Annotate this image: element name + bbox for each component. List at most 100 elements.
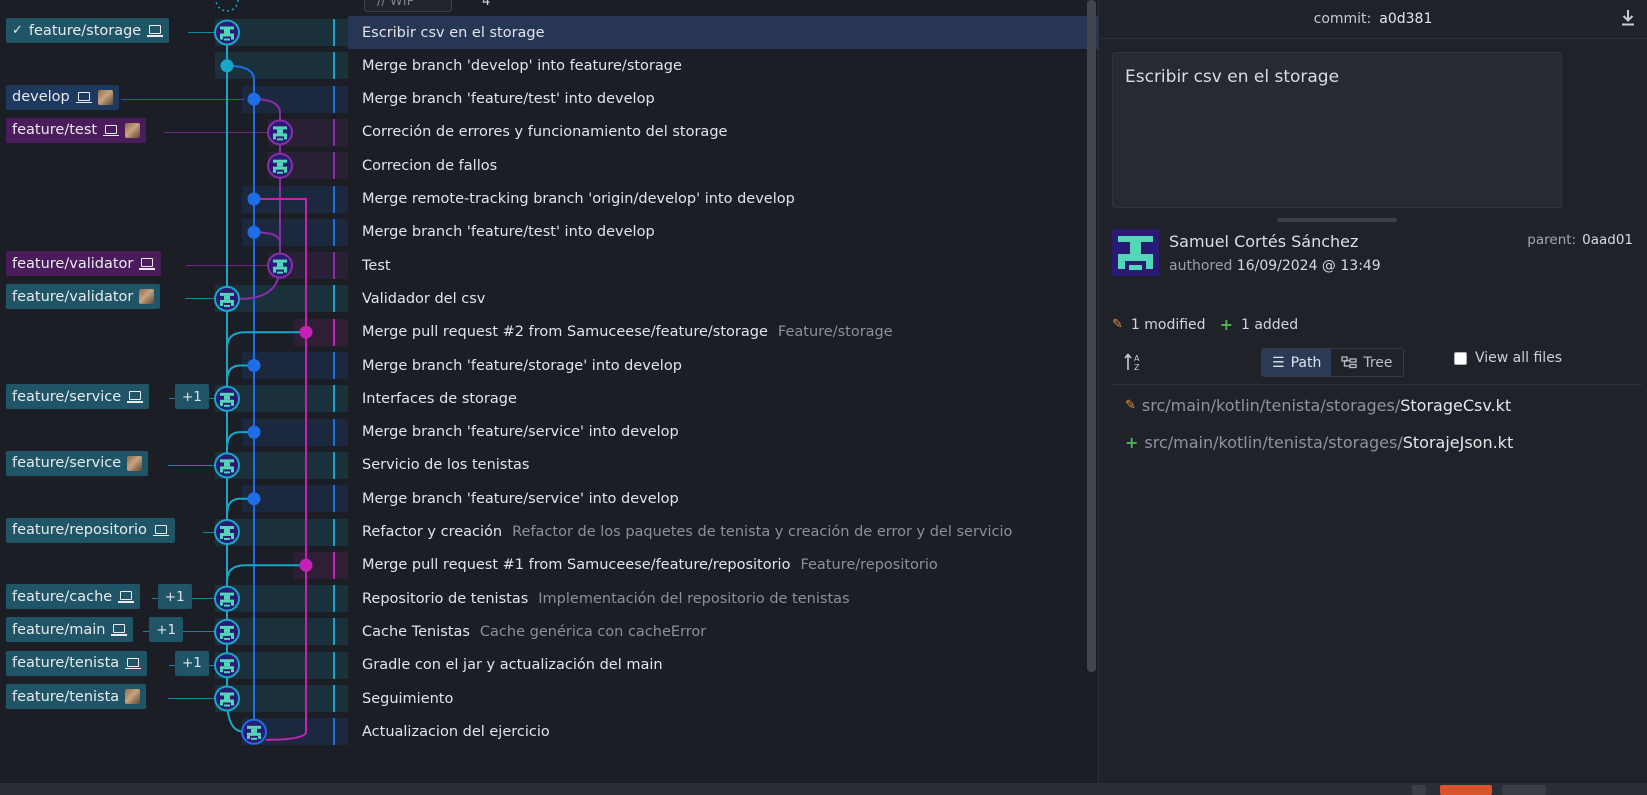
commit-summary: Gradle con el jar y actualización del ma… [362,657,663,674]
merge-commit-dot[interactable] [299,558,313,572]
status-secondary-button[interactable] [1502,785,1546,795]
file-name: StorageCsv.kt [1400,395,1512,415]
commit-summary: Merge pull request #1 from Samuceese/fea… [362,557,791,574]
commit-summary: Refactor y creación [362,524,503,540]
commit-message-cell[interactable]: Merge remote-tracking branch 'origin/dev… [348,183,1135,216]
commit-sha[interactable]: a0d381 [1379,11,1432,27]
commit-message-cell[interactable]: Merge branch 'feature/test' into develop [348,216,1135,249]
commit-message-cell[interactable]: Actualizacion del ejercicio [348,715,1135,748]
commit-node-avatar[interactable] [214,652,240,679]
authored-date: 16/09/2024 @ 13:49 [1236,258,1381,274]
commit-node-avatar[interactable] [214,618,240,645]
commit-summary: Merge branch 'feature/storage' into deve… [362,357,682,374]
commit-message-cell[interactable]: Escribir csv en el storage [348,16,1135,49]
path-view-button[interactable]: ☰ Path [1262,349,1332,376]
commit-node-avatar[interactable] [214,385,240,412]
download-icon[interactable] [1621,9,1635,27]
wip-input[interactable]: // WIP [364,0,452,12]
commit-node-avatar[interactable] [214,19,240,46]
file-list-divider [1112,384,1642,385]
modified-count: 1 modified [1130,316,1206,333]
commit-summary: Validador del csv [362,290,486,307]
commit-node-avatar[interactable] [267,119,293,146]
merge-commit-dot[interactable] [247,425,261,439]
commit-message-cell[interactable]: Correcion de fallos [348,149,1135,182]
status-bar [0,783,1647,795]
commit-message-cell[interactable]: Seguimiento [348,682,1135,715]
commit-node-avatar[interactable] [214,685,240,712]
merge-commit-dot[interactable] [220,59,234,73]
svg-text:A: A [1134,354,1140,363]
wip-node[interactable] [215,0,239,12]
message-resize-handle[interactable] [1277,218,1397,222]
parent-sha[interactable]: 0aad01 [1582,232,1633,248]
file-row[interactable]: + src/main/kotlin/tenista/storages/Stora… [1125,431,1513,453]
commit-summary: Test [362,257,391,274]
commit-node-avatar[interactable] [214,285,240,312]
commit-message-cell[interactable]: Refactor y creación Refactor de los paque… [348,516,1135,549]
authored-info: authored 16/09/2024 @ 13:49 [1169,258,1381,274]
tree-view-label: Tree [1363,354,1393,371]
commit-message-cell[interactable]: Interfaces de storage [348,382,1135,415]
path-view-label: Path [1290,354,1322,371]
commit-message-box[interactable]: Escribir csv en el storage [1112,52,1562,208]
change-summary: ✎ 1 modified + 1 added [1112,315,1298,334]
commit-message-cell[interactable]: Cache Tenistas Cache genérica con cacheEr… [348,615,1135,648]
file-path: src/main/kotlin/tenista/storages/ [1144,432,1403,452]
parent-label: parent: [1527,232,1577,248]
plus-icon: + [1125,432,1139,452]
file-path: src/main/kotlin/tenista/storages/ [1141,395,1401,415]
status-indicator[interactable] [1412,785,1426,795]
commit-node-avatar[interactable] [214,585,240,612]
commit-summary: Merge branch 'feature/test' into develop [362,91,655,108]
tree-icon [1341,356,1357,369]
view-all-checkbox[interactable] [1454,351,1467,365]
commit-summary: Correcion de fallos [362,157,498,174]
commit-summary: Merge branch 'feature/test' into develop [362,224,655,241]
graph-scrollbar[interactable] [1087,0,1096,672]
commit-message-cell[interactable]: Merge branch 'feature/test' into develop [348,83,1135,116]
commit-message-cell[interactable]: Merge pull request #2 from Samuceese/fea… [348,316,1135,349]
pencil-icon: ✎ [1112,317,1123,332]
commit-graph-panel: // WIP 4 ✓ feature/storage Escribir csv en… [0,0,1135,783]
commit-description: Implementación del repositorio de tenist… [538,590,850,607]
merge-commit-dot[interactable] [247,92,261,106]
commit-node-avatar[interactable] [267,252,293,279]
commit-message-cell[interactable]: Merge pull request #1 from Samuceese/fea… [348,549,1135,582]
plus-icon: + [1219,315,1233,334]
commit-message-cell[interactable]: Merge branch 'develop' into feature/stor… [348,49,1135,82]
merge-commit-dot[interactable] [299,325,313,339]
commit-summary: Escribir csv en el storage [362,24,545,41]
commit-node-avatar[interactable] [214,452,240,479]
commit-summary: Correción de errores y funcionamiento de… [362,124,728,141]
commit-node-avatar[interactable] [241,718,267,745]
commit-message-cell[interactable]: Validador del csv [348,282,1135,315]
status-action-button[interactable] [1440,785,1492,795]
commit-message-cell[interactable]: Correción de errores y funcionamiento de… [348,116,1135,149]
commit-message-cell[interactable]: Servicio de los tenistas [348,449,1135,482]
commit-message-cell[interactable]: Test [348,249,1135,282]
tree-view-button[interactable]: Tree [1331,349,1402,376]
wip-change-count: 4 [482,0,491,9]
merge-commit-dot[interactable] [247,359,261,372]
merge-commit-dot[interactable] [247,492,261,506]
file-row[interactable]: ✎ src/main/kotlin/tenista/storages/Stora… [1125,394,1511,416]
commit-node-avatar[interactable] [267,152,293,179]
commit-message-cell[interactable]: Gradle con el jar y actualización del ma… [348,649,1135,682]
commit-message-cell[interactable]: Repositorio de tenistas Implementación de… [348,582,1135,615]
merge-commit-dot[interactable] [247,192,261,206]
sort-az-icon[interactable]: A Z [1124,352,1146,372]
commit-header: commit: a0d381 [1099,0,1647,39]
commit-node-avatar[interactable] [214,519,240,545]
commit-message-cell[interactable]: Merge branch 'feature/storage' into deve… [348,349,1135,382]
view-all-files-toggle[interactable]: View all files [1454,350,1562,366]
svg-text:Z: Z [1134,363,1140,372]
file-name: StorajeJson.kt [1402,432,1514,452]
commit-summary: Merge pull request #2 from Samuceese/fea… [362,324,768,341]
commit-description: Feature/storage [777,324,893,341]
commit-details-panel: commit: a0d381 Escribir csv en el storag… [1099,0,1647,783]
commit-message-cell[interactable]: Merge branch 'feature/service' into deve… [348,416,1135,449]
parent-info: parent: 0aad01 [1527,232,1633,248]
commit-message-cell[interactable]: Merge branch 'feature/service' into deve… [348,482,1135,515]
merge-commit-dot[interactable] [247,225,261,239]
